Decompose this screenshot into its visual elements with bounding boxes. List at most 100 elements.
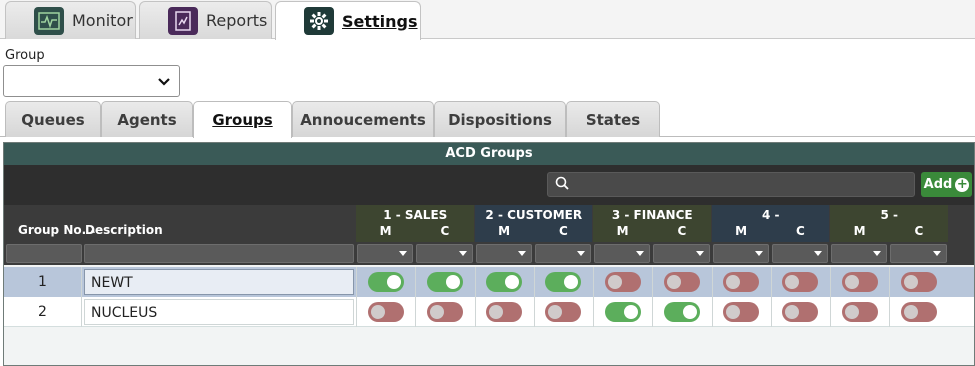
filter-queue-c[interactable]: [534, 244, 591, 263]
toggle-knob: [370, 305, 385, 319]
queue-col-header: 3 - FINANCE: [611, 208, 693, 222]
member-toggle[interactable]: [486, 272, 523, 292]
tab-states[interactable]: States: [566, 101, 660, 137]
filter-queue-m[interactable]: [475, 244, 532, 263]
tab-annoucements[interactable]: Annoucements: [292, 101, 434, 137]
tab-annoucements-label: Annoucements: [300, 110, 426, 129]
dropdown-arrow-icon: [399, 251, 408, 256]
filter-description[interactable]: [84, 244, 354, 263]
dropdown-arrow-icon: [873, 251, 882, 256]
group-description[interactable]: NUCLEUS: [84, 299, 354, 325]
tab-queues-label: Queues: [21, 110, 85, 129]
cell-divider: [652, 297, 654, 327]
member-toggle[interactable]: [663, 272, 700, 292]
cell-divider: [474, 297, 476, 327]
queue-col-m-header[interactable]: M: [593, 224, 652, 238]
cell-divider: [356, 297, 357, 327]
toggle-knob: [903, 305, 918, 319]
member-toggle[interactable]: [723, 272, 760, 292]
col-header-description[interactable]: Description: [85, 223, 163, 237]
tab-settings[interactable]: Settings: [275, 1, 421, 40]
member-toggle[interactable]: [900, 302, 937, 322]
cell-divider: [830, 297, 831, 327]
toggle-knob: [445, 275, 460, 289]
member-toggle[interactable]: [841, 302, 878, 322]
acd-groups-panel: ACD Groups Add + Group No. ▲ Description…: [3, 142, 975, 366]
toggle-knob: [785, 305, 800, 319]
queue-col-c-header[interactable]: C: [534, 224, 593, 238]
cell-divider: [889, 267, 891, 297]
cell-divider: [415, 267, 417, 297]
filter-queue-m[interactable]: [594, 244, 651, 263]
tab-agents[interactable]: Agents: [101, 101, 193, 137]
grid-header: Group No. ▲ Description 1 - SALES M C 2 - C…: [4, 205, 974, 265]
dropdown-arrow-icon: [814, 251, 822, 256]
dropdown-arrow-icon: [636, 251, 645, 256]
filter-queue-c[interactable]: [653, 244, 710, 263]
queue-col-header: 5 -: [880, 208, 898, 222]
filter-group-no[interactable]: [6, 244, 82, 263]
cell-divider: [770, 297, 772, 327]
add-button[interactable]: Add +: [921, 172, 972, 197]
table-row[interactable]: 2 NUCLEUS: [4, 297, 974, 327]
toggle-knob: [429, 305, 444, 319]
member-toggle[interactable]: [367, 272, 404, 292]
queue-col-c-header[interactable]: C: [771, 224, 830, 238]
member-toggle[interactable]: [367, 302, 404, 322]
tab-reports[interactable]: Reports: [139, 1, 272, 39]
toggle-knob: [726, 305, 741, 319]
member-toggle[interactable]: [545, 302, 582, 322]
dropdown-arrow-icon: [695, 251, 704, 256]
col-header-group-no[interactable]: Group No. ▲: [18, 223, 95, 237]
cell-divider: [889, 297, 891, 327]
member-toggle[interactable]: [426, 302, 463, 322]
member-toggle[interactable]: [723, 302, 760, 322]
member-toggle[interactable]: [604, 302, 641, 322]
queue-col-header: 2 - CUSTOMER: [485, 208, 583, 222]
queue-col-m-header[interactable]: M: [356, 224, 415, 238]
toggle-knob: [623, 305, 638, 319]
filter-queue-c[interactable]: [890, 244, 947, 263]
search-input[interactable]: [547, 172, 915, 197]
queue-col-m-header[interactable]: M: [712, 224, 771, 238]
tab-groups[interactable]: Groups: [193, 101, 292, 138]
filter-queue-m[interactable]: [357, 244, 414, 263]
dropdown-arrow-icon: [932, 251, 941, 256]
queue-col-m-header[interactable]: M: [475, 224, 534, 238]
member-toggle[interactable]: [486, 302, 523, 322]
queue-col-c-header[interactable]: C: [415, 224, 474, 238]
queue-col-c-header[interactable]: C: [652, 224, 711, 238]
cell-divider: [830, 267, 831, 297]
tab-dispositions-label: Dispositions: [448, 110, 552, 129]
group-select[interactable]: [3, 65, 180, 97]
member-toggle[interactable]: [782, 272, 819, 292]
filter-queue-m[interactable]: [712, 244, 769, 263]
member-toggle[interactable]: [841, 272, 878, 292]
tab-dispositions[interactable]: Dispositions: [434, 101, 566, 137]
cell-divider: [652, 267, 654, 297]
member-toggle[interactable]: [663, 302, 700, 322]
member-toggle[interactable]: [545, 272, 582, 292]
settings-sub-tabs: Queues Agents Groups Annoucements Dispos…: [0, 99, 975, 138]
tab-queues[interactable]: Queues: [5, 101, 101, 137]
tab-agents-label: Agents: [117, 110, 177, 129]
dropdown-arrow-icon: [577, 251, 585, 256]
cell-divider: [593, 297, 594, 327]
filter-queue-c[interactable]: [416, 244, 473, 263]
cell-divider: [593, 267, 594, 297]
group-description[interactable]: NEWT: [84, 269, 354, 295]
toggle-knob: [682, 305, 697, 319]
member-toggle[interactable]: [426, 272, 463, 292]
table-row[interactable]: 1 NEWT: [4, 267, 974, 297]
member-toggle[interactable]: [604, 272, 641, 292]
queue-col-m-header[interactable]: M: [830, 224, 889, 238]
toggle-knob: [564, 275, 579, 289]
filter-queue-c[interactable]: [771, 244, 828, 263]
member-toggle[interactable]: [782, 302, 819, 322]
tab-monitor[interactable]: Monitor: [5, 1, 136, 39]
queue-col-c-header[interactable]: C: [889, 224, 948, 238]
cell-divider: [711, 297, 713, 327]
member-toggle[interactable]: [900, 272, 937, 292]
tab-reports-label: Reports: [206, 11, 268, 30]
filter-queue-m[interactable]: [831, 244, 888, 263]
